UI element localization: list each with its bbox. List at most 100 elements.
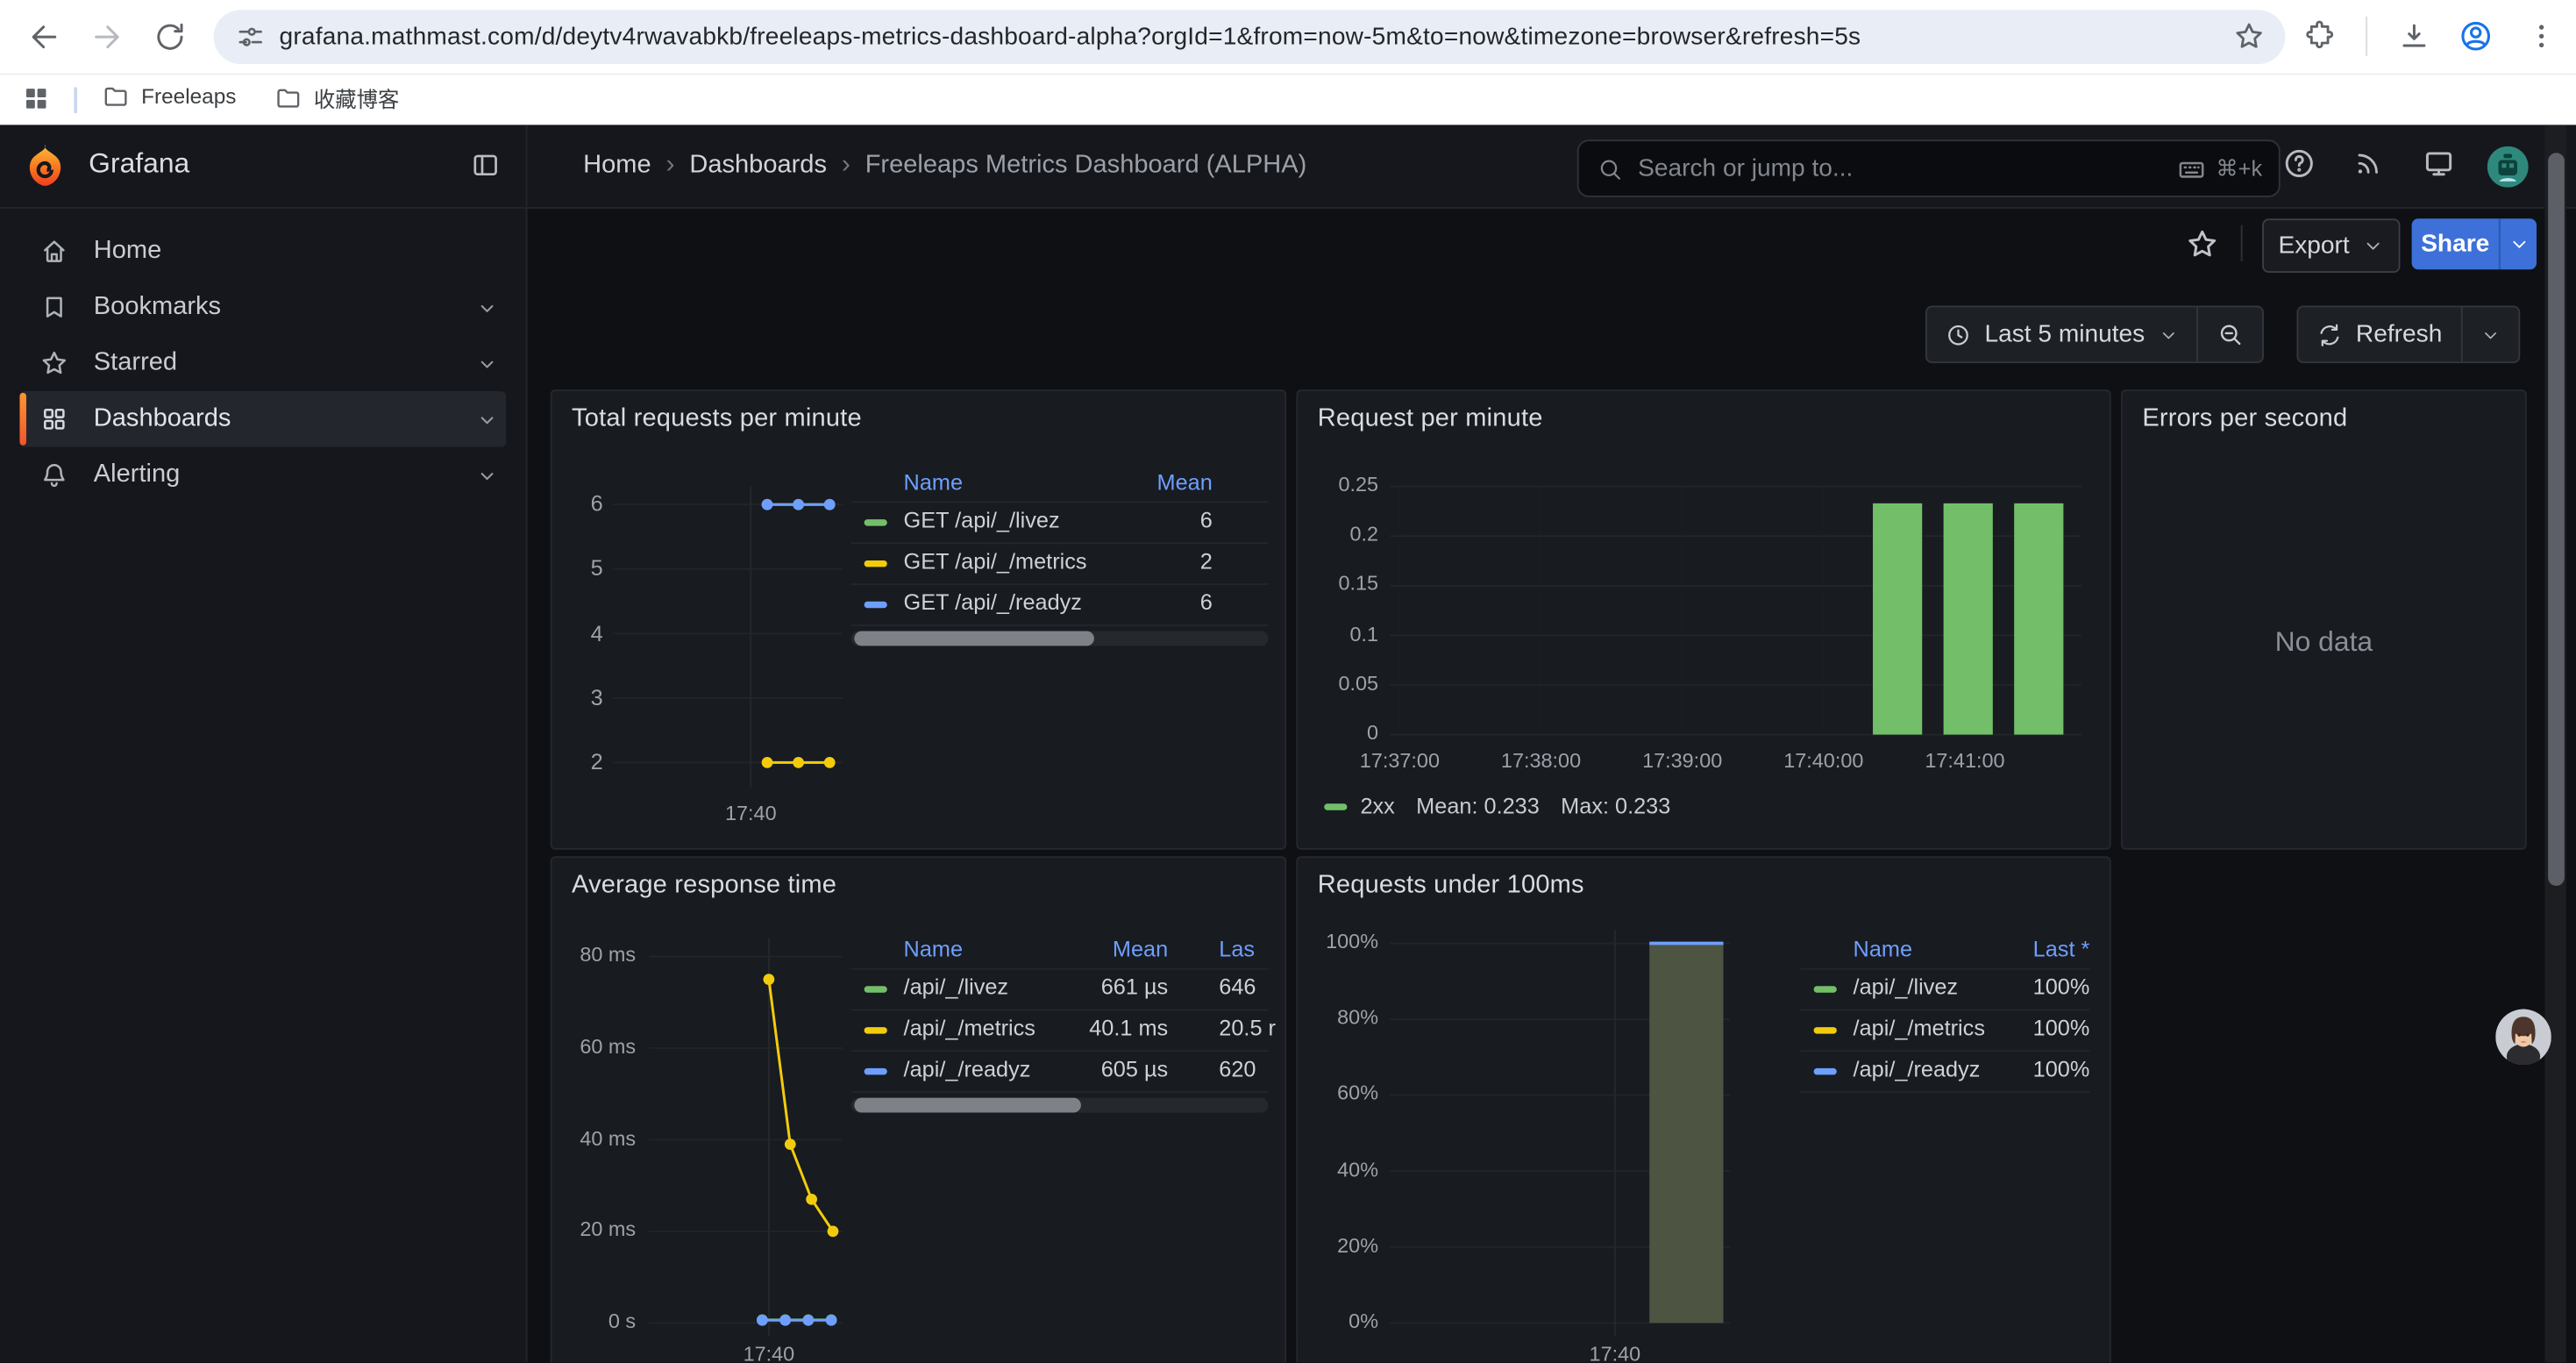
breadcrumb-home[interactable]: Home bbox=[583, 151, 651, 181]
profile-icon[interactable] bbox=[2458, 18, 2494, 54]
favorite-star-icon[interactable] bbox=[2185, 227, 2219, 261]
help-icon[interactable] bbox=[2282, 146, 2316, 181]
reload-icon[interactable] bbox=[153, 19, 187, 54]
chevron-down-icon[interactable] bbox=[475, 462, 500, 487]
brand-block: Grafana bbox=[0, 125, 527, 207]
legend-header-last[interactable]: Las bbox=[1219, 937, 1255, 961]
bookmark-icon bbox=[39, 293, 69, 323]
panel-errors-per-second: Errors per second No data bbox=[2121, 389, 2527, 850]
bookmark-label: 收藏博客 bbox=[314, 82, 399, 114]
scrollbar-thumb[interactable] bbox=[2547, 153, 2564, 886]
chevron-down-icon[interactable] bbox=[475, 407, 500, 432]
extensions-icon[interactable] bbox=[2303, 19, 2336, 52]
y-tick-label: 60% bbox=[1298, 1082, 1378, 1105]
refresh-label: Refresh bbox=[2356, 320, 2442, 348]
back-icon[interactable] bbox=[26, 19, 60, 54]
sidebar-item-bookmarks[interactable]: Bookmarks bbox=[0, 280, 526, 336]
y-tick-label: 40% bbox=[1298, 1158, 1378, 1181]
user-avatar[interactable] bbox=[2487, 146, 2529, 188]
sidebar-toggle-icon[interactable] bbox=[470, 150, 502, 182]
sidebar-item-label: Dashboards bbox=[94, 404, 231, 434]
page-scrollbar[interactable] bbox=[2544, 125, 2565, 1363]
legend-mean: Mean: 0.233 bbox=[1416, 794, 1540, 818]
forward-icon[interactable] bbox=[90, 19, 125, 54]
bookmark-folder-freeleaps[interactable]: Freeleaps bbox=[102, 82, 236, 111]
refresh-button[interactable]: Refresh bbox=[2298, 307, 2460, 361]
series-name[interactable]: GET /api/_/readyz bbox=[904, 590, 1082, 615]
series-mean: 2 bbox=[1200, 549, 1213, 574]
bookmarks-bar: Freeleaps 收藏博客 bbox=[0, 74, 2576, 126]
y-tick-label: 2 bbox=[552, 749, 603, 774]
browser-menu-icon[interactable] bbox=[2525, 19, 2558, 52]
x-tick-label: 17:41:00 bbox=[1899, 749, 2031, 772]
zoom-out-icon bbox=[2216, 320, 2244, 348]
y-tick-label: 80 ms bbox=[552, 944, 637, 967]
y-tick-label: 0.05 bbox=[1298, 672, 1378, 695]
chevron-down-icon[interactable] bbox=[475, 295, 500, 319]
sidebar-item-alerting[interactable]: Alerting bbox=[0, 447, 526, 503]
apps-grid-icon[interactable] bbox=[21, 84, 51, 114]
legend-hscrollbar[interactable] bbox=[851, 632, 1269, 646]
series-last: 100% bbox=[2033, 1057, 2090, 1081]
series-swatch bbox=[1814, 1027, 1837, 1033]
export-button[interactable]: Export bbox=[2262, 218, 2400, 273]
series-name[interactable]: GET /api/_/livez bbox=[904, 508, 1060, 532]
rss-icon[interactable] bbox=[2352, 146, 2385, 179]
chevron-down-icon bbox=[2363, 235, 2384, 256]
series-mean: 40.1 ms bbox=[1051, 1016, 1168, 1040]
bookmark-folder-blogs[interactable]: 收藏博客 bbox=[274, 82, 399, 114]
series-name[interactable]: /api/_/readyz bbox=[1854, 1057, 1981, 1081]
series-name[interactable]: GET /api/_/metrics bbox=[904, 549, 1087, 574]
chevron-down-icon[interactable] bbox=[475, 351, 500, 375]
sidebar-item-home[interactable]: Home bbox=[0, 224, 526, 280]
sidebar-item-starred[interactable]: Starred bbox=[0, 335, 526, 391]
panel-title[interactable]: Errors per second bbox=[2142, 404, 2347, 434]
home-icon bbox=[39, 237, 69, 267]
x-tick-label: 17:39:00 bbox=[1617, 749, 1748, 772]
zoom-out-button[interactable] bbox=[2197, 307, 2261, 361]
legend-header-name[interactable]: Name bbox=[904, 470, 963, 495]
legend-header-mean[interactable]: Mean bbox=[1157, 470, 1213, 495]
legend-header-name[interactable]: Name bbox=[904, 937, 963, 961]
share-button[interactable]: Share bbox=[2412, 218, 2499, 269]
sidebar-item-label: Starred bbox=[94, 348, 177, 378]
series-name[interactable]: /api/_/livez bbox=[904, 974, 1009, 999]
legend-header-last[interactable]: Last * bbox=[2033, 937, 2090, 961]
chart-legend: 2xx Mean: 0.233 Max: 0.233 bbox=[1324, 794, 1670, 818]
refresh-interval-button[interactable] bbox=[2462, 307, 2518, 361]
legend-hscrollbar[interactable] bbox=[851, 1098, 1269, 1113]
series-name[interactable]: /api/_/metrics bbox=[904, 1016, 1035, 1040]
series-name[interactable]: /api/_/readyz bbox=[904, 1057, 1031, 1081]
x-tick-label: 17:40 bbox=[720, 1343, 818, 1363]
grafana-logo[interactable] bbox=[23, 143, 68, 188]
legend-header-mean[interactable]: Mean bbox=[1100, 937, 1168, 961]
time-range-picker[interactable]: Last 5 minutes bbox=[1927, 307, 2195, 361]
dashboards-grid-icon bbox=[39, 404, 69, 434]
address-bar[interactable]: grafana.mathmast.com/d/deytv4rwavabkb/fr… bbox=[214, 10, 2286, 64]
search-input[interactable]: Search or jump to... ⌘+k bbox=[1577, 139, 2281, 197]
legend-row: GET /api/_/metrics 2 bbox=[851, 542, 1269, 583]
site-settings-icon[interactable] bbox=[235, 21, 267, 53]
y-tick-label: 20 ms bbox=[552, 1218, 637, 1241]
clock-icon bbox=[1945, 321, 1971, 347]
breadcrumb-dashboards[interactable]: Dashboards bbox=[689, 151, 827, 181]
series-name[interactable]: /api/_/metrics bbox=[1854, 1016, 1985, 1040]
series-mean: 605 µs bbox=[1051, 1057, 1168, 1081]
sidebar-item-label: Home bbox=[94, 237, 161, 267]
series-name[interactable]: /api/_/livez bbox=[1854, 974, 1959, 999]
assistant-avatar[interactable] bbox=[2495, 1009, 2551, 1065]
share-menu-button[interactable] bbox=[2501, 218, 2537, 269]
chart-axes: 100%80%60%40%20%0%17:40 bbox=[1298, 858, 2110, 1363]
legend-row: /api/_/livez 661 µs 646 bbox=[851, 968, 1269, 1010]
search-placeholder: Search or jump to... bbox=[1638, 154, 1853, 182]
bookmark-star-icon[interactable] bbox=[2232, 19, 2265, 52]
y-tick-label: 6 bbox=[552, 491, 603, 516]
bell-icon bbox=[39, 460, 69, 490]
url-text[interactable]: grafana.mathmast.com/d/deytv4rwavabkb/fr… bbox=[280, 22, 2213, 50]
bookmarks-divider bbox=[74, 87, 77, 113]
sidebar-item-dashboards[interactable]: Dashboards bbox=[0, 391, 526, 447]
kiosk-monitor-icon[interactable] bbox=[2422, 146, 2456, 181]
legend-header-name[interactable]: Name bbox=[1854, 937, 1912, 961]
download-icon[interactable] bbox=[2397, 19, 2431, 54]
legend-item-2xx[interactable]: 2xx bbox=[1324, 794, 1395, 818]
